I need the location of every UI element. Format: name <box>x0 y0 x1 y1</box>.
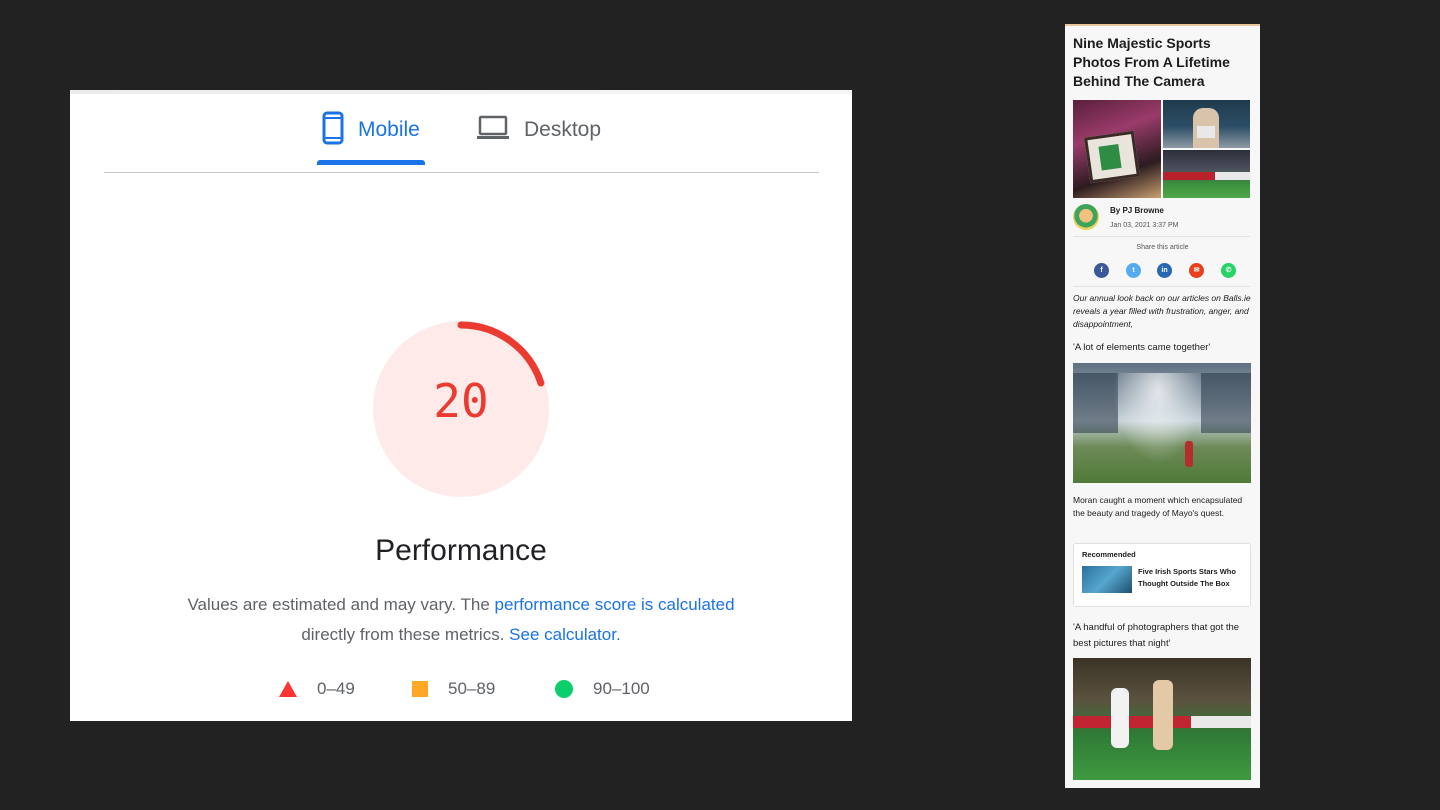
recommended-title[interactable]: Five Irish Sports Stars Who Thought Outs… <box>1138 566 1246 590</box>
article-intro: Our annual look back on our articles on … <box>1073 293 1251 329</box>
triangle-icon <box>279 681 297 697</box>
see-calculator-link[interactable]: See calculator. <box>509 625 621 644</box>
divider <box>1073 236 1250 237</box>
players-celebration-photo <box>1073 658 1251 780</box>
score-description: Values are estimated and may vary. The p… <box>150 590 772 650</box>
share-label: Share this article <box>1136 244 1189 251</box>
article-subhead: 'A lot of elements came together' <box>1073 342 1211 353</box>
square-icon <box>412 681 428 697</box>
desc-text-1: Values are estimated and may vary. The <box>187 595 495 614</box>
author-name[interactable]: By PJ Browne <box>1110 206 1164 215</box>
legend-fail-label: 0–49 <box>317 679 355 698</box>
hero-photo-award <box>1073 100 1161 198</box>
publish-date: Jan 03, 2021 3:37 PM <box>1110 222 1179 229</box>
legend-average-label: 50–89 <box>448 679 496 698</box>
laptop-icon <box>476 114 510 147</box>
circle-icon <box>555 680 573 698</box>
hero-photo-football <box>1163 150 1250 198</box>
desc-text-2: directly from these metrics. <box>301 625 510 644</box>
article-subhead: 'A handful of photographers that got the… <box>1073 622 1240 649</box>
tab-divider <box>104 172 819 173</box>
twitter-icon[interactable]: t <box>1126 263 1141 278</box>
photo-caption: Moran caught a moment which encapsulated… <box>1073 495 1243 518</box>
tab-desktop[interactable]: Desktop <box>476 110 601 150</box>
legend-fail: 0–49 <box>279 678 355 700</box>
email-icon[interactable]: ✉ <box>1189 263 1204 278</box>
hero-photo-runner <box>1163 100 1250 148</box>
divider <box>1073 286 1250 287</box>
tab-desktop-label: Desktop <box>524 118 602 141</box>
article-preview: Nine Majestic Sports Photos From A Lifet… <box>1065 24 1260 788</box>
tab-mobile[interactable]: Mobile <box>322 110 420 150</box>
mobile-phone-icon <box>322 111 344 150</box>
recommended-label: Recommended <box>1082 550 1136 559</box>
legend-pass-label: 90–100 <box>593 679 650 698</box>
performance-title: Performance <box>375 534 547 567</box>
pagespeed-panel: Mobile Desktop 20 Performance Values are… <box>70 90 852 721</box>
performance-score: 20 <box>433 374 489 428</box>
legend-average: 50–89 <box>412 678 495 700</box>
avatar <box>1073 204 1099 230</box>
performance-score-link[interactable]: performance score is calculated <box>495 595 735 614</box>
facebook-icon[interactable]: f <box>1094 263 1109 278</box>
article-title: Nine Majestic Sports Photos From A Lifet… <box>1073 35 1230 89</box>
legend-pass: 90–100 <box>555 678 650 700</box>
tab-mobile-label: Mobile <box>358 118 420 141</box>
recommended-card[interactable]: Recommended Five Irish Sports Stars Who … <box>1073 543 1251 607</box>
whatsapp-icon[interactable]: ✆ <box>1221 263 1236 278</box>
linkedin-icon[interactable]: in <box>1157 263 1172 278</box>
active-tab-indicator <box>317 160 425 165</box>
recommended-thumbnail <box>1082 566 1132 593</box>
panel-top-edge <box>70 90 852 94</box>
stadium-photo <box>1073 363 1251 483</box>
